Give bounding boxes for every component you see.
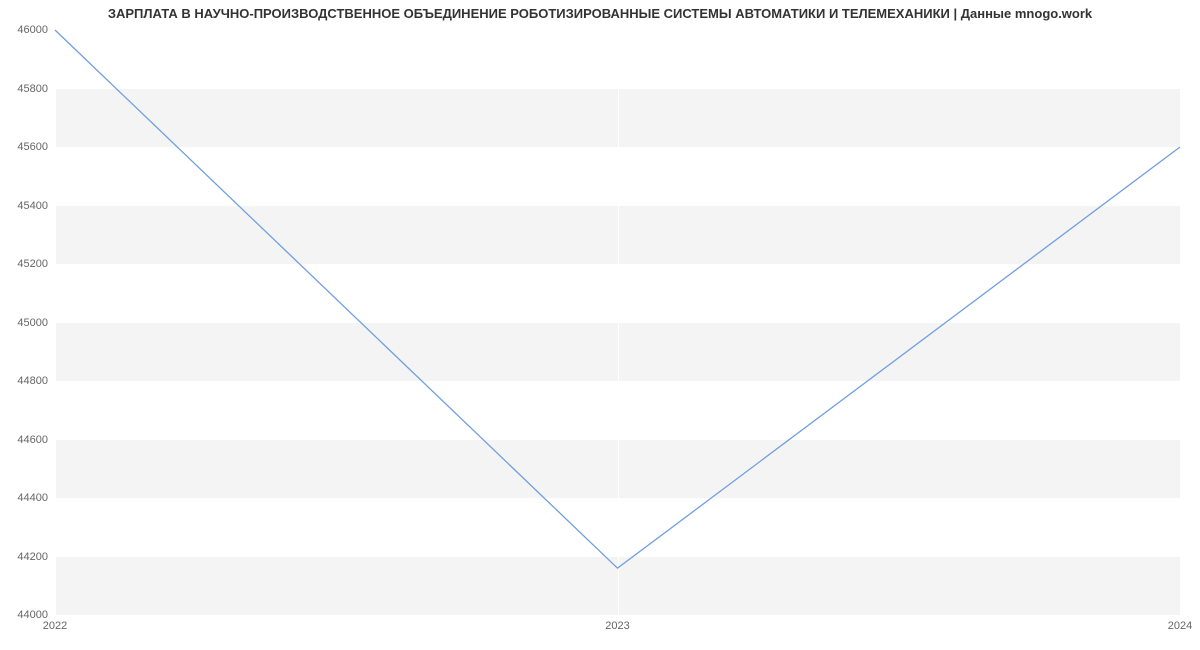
- line-series: [55, 30, 1180, 615]
- x-tick-label: 2023: [605, 620, 629, 632]
- chart-container: ЗАРПЛАТА В НАУЧНО-ПРОИЗВОДСТВЕННОЕ ОБЪЕД…: [0, 0, 1200, 650]
- series-line: [55, 30, 1180, 568]
- y-tick-label: 45800: [8, 83, 48, 95]
- y-tick-label: 45400: [8, 200, 48, 212]
- y-tick-label: 44200: [8, 551, 48, 563]
- grid-vertical: [1180, 30, 1181, 615]
- x-tick-label: 2024: [1168, 620, 1192, 632]
- y-tick-label: 45200: [8, 258, 48, 270]
- y-tick-label: 44800: [8, 375, 48, 387]
- x-tick-label: 2022: [43, 620, 67, 632]
- y-tick-label: 45600: [8, 141, 48, 153]
- y-tick-label: 45000: [8, 317, 48, 329]
- plot-area: [55, 30, 1180, 615]
- y-tick-label: 46000: [8, 24, 48, 36]
- y-tick-label: 44400: [8, 492, 48, 504]
- chart-title: ЗАРПЛАТА В НАУЧНО-ПРОИЗВОДСТВЕННОЕ ОБЪЕД…: [0, 6, 1200, 21]
- y-tick-label: 44600: [8, 434, 48, 446]
